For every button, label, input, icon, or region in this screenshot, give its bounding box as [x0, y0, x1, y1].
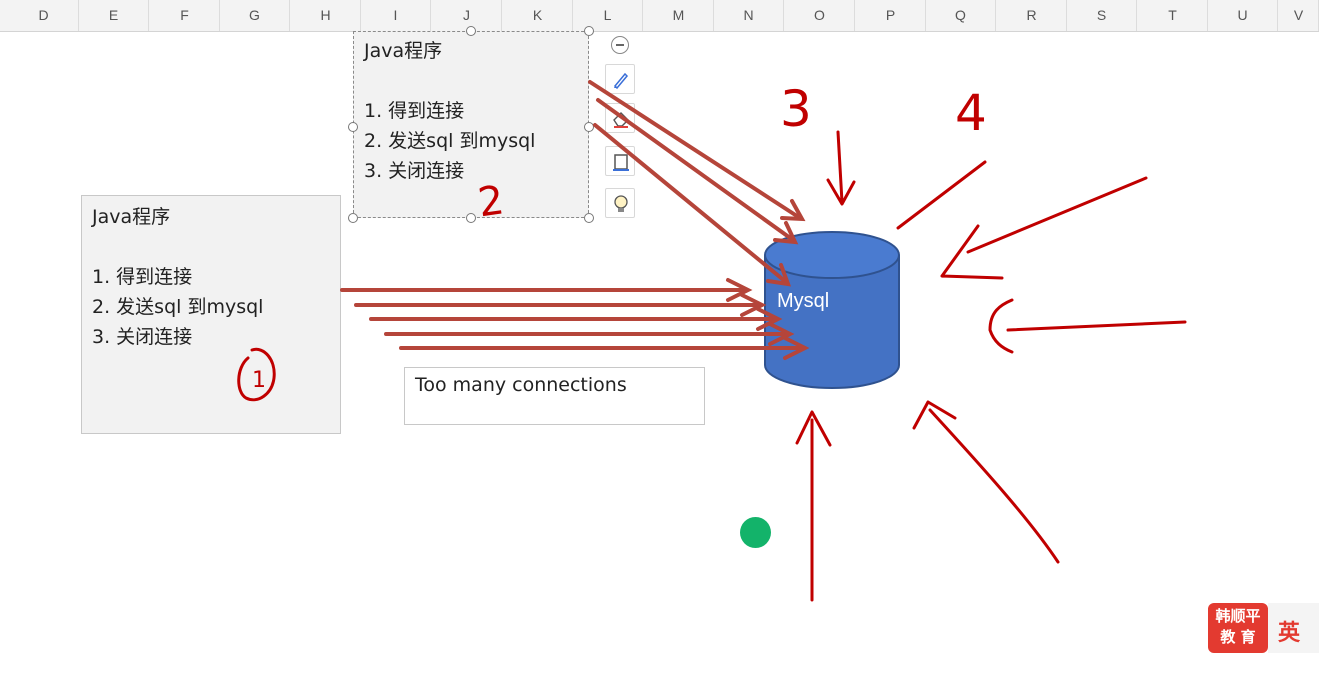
diagram-canvas: 1 2 3 4 [237, 80, 1187, 602]
connection-arrow-7 [596, 98, 795, 242]
arrow-from-3 [826, 130, 856, 206]
handwritten-annotations [237, 130, 1187, 602]
annotation-number-2: 2 [475, 177, 507, 226]
mysql-label: Mysql [777, 290, 830, 312]
arrow-from-right-top [940, 176, 1148, 280]
brand-line-1: 韩顺平 [1215, 607, 1261, 625]
brand-line-2: 教 育 [1220, 628, 1256, 646]
brand-logo: 韩顺平 教 育 [1208, 603, 1268, 653]
stroke-near-4 [896, 160, 987, 230]
arrow-from-bottom [795, 410, 832, 602]
arrow-from-bottom-right [912, 400, 1060, 564]
annotation-number-3: 3 [780, 80, 812, 138]
annotation-number-1: 1 [252, 368, 266, 393]
ime-language-label[interactable]: 英 [1278, 615, 1300, 647]
connection-arrows [340, 80, 810, 360]
annotation-number-4: 4 [955, 84, 987, 142]
pointer-indicator [740, 517, 771, 548]
connection-arrow-6 [588, 80, 802, 220]
arrow-from-right [988, 298, 1187, 354]
